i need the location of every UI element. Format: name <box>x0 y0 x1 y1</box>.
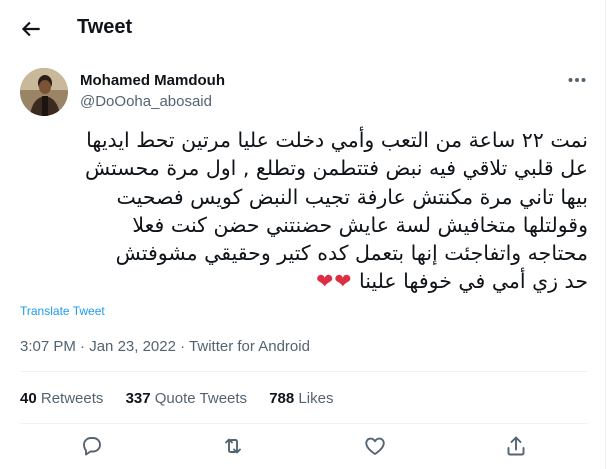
retweets-stat[interactable]: 40 Retweets <box>20 390 103 407</box>
share-icon <box>507 436 525 456</box>
page-title: Tweet <box>77 16 133 38</box>
tweet-line: حد زي أمي في خوفها علينا <box>358 269 588 294</box>
tweet-line-last: حد زي أمي في خوفها علينا ❤❤ <box>20 267 588 295</box>
likes-count: 788 <box>269 390 295 407</box>
like-icon <box>365 437 385 455</box>
heart-emoji: ❤❤ <box>316 269 353 294</box>
tweet-actions <box>20 432 588 462</box>
tweet-line: عل قلبي تلاقي فيه نبض فتتطمن وتطلع , اول… <box>84 156 588 181</box>
share-button[interactable] <box>504 434 528 458</box>
like-button[interactable] <box>363 434 387 458</box>
retweets-count: 40 <box>20 390 37 407</box>
meta-separator: · <box>180 338 186 355</box>
tweet-time[interactable]: 3:07 PM <box>20 338 76 355</box>
tweet-line: محتاجه واتفاجئت إنها بتعمل كده كتير وحقي… <box>115 241 588 266</box>
retweet-button[interactable] <box>221 434 245 458</box>
author-name[interactable]: Mohamed Mamdouh <box>80 72 225 89</box>
divider <box>20 371 588 372</box>
avatar[interactable] <box>20 68 68 116</box>
meta-separator: · <box>80 338 86 355</box>
tweet-line: بيها تاني مرة مكنتش عارفة تجيب النبض كوي… <box>116 184 588 209</box>
translate-tweet-link[interactable]: Translate Tweet <box>20 304 105 318</box>
retweet-icon <box>225 438 241 454</box>
header: Tweet <box>0 0 605 58</box>
tweet-line: نمت ٢٢ ساعة من التعب وأمي دخلت عليا مرتي… <box>86 128 588 152</box>
more-options-button[interactable] <box>566 70 588 90</box>
divider <box>20 423 588 424</box>
quote-tweets-stat[interactable]: 337 Quote Tweets <box>126 390 247 407</box>
tweet-page: Tweet Mohamed Mamdouh @DoOoha_abosaid نم… <box>0 0 606 469</box>
quotes-count: 337 <box>125 390 151 407</box>
tweet-source: Twitter for Android <box>189 338 310 355</box>
likes-label: Likes <box>298 390 334 407</box>
retweets-label: Retweets <box>40 390 104 407</box>
tweet-text: نمت ٢٢ ساعة من التعب وأمي دخلت عليا مرتي… <box>20 126 588 296</box>
reply-icon <box>83 437 101 456</box>
tweet-date[interactable]: Jan 23, 2022 <box>89 338 176 355</box>
back-button[interactable] <box>18 16 44 42</box>
likes-stat[interactable]: 788 Likes <box>269 390 333 407</box>
author-handle[interactable]: @DoOoha_abosaid <box>80 93 212 110</box>
tweet-meta: 3:07 PM · Jan 23, 2022 · Twitter for And… <box>20 338 310 355</box>
reply-button[interactable] <box>80 434 104 458</box>
quotes-label: Quote Tweets <box>154 390 248 407</box>
back-arrow-icon <box>21 21 40 37</box>
tweet-stats: 40 Retweets 337 Quote Tweets 788 Likes <box>20 390 351 407</box>
avatar-image <box>20 68 68 116</box>
more-icon <box>568 78 586 82</box>
tweet-line: وقولتلها متخافيش لسة عايش حضنتني حضن كنت… <box>132 212 588 237</box>
